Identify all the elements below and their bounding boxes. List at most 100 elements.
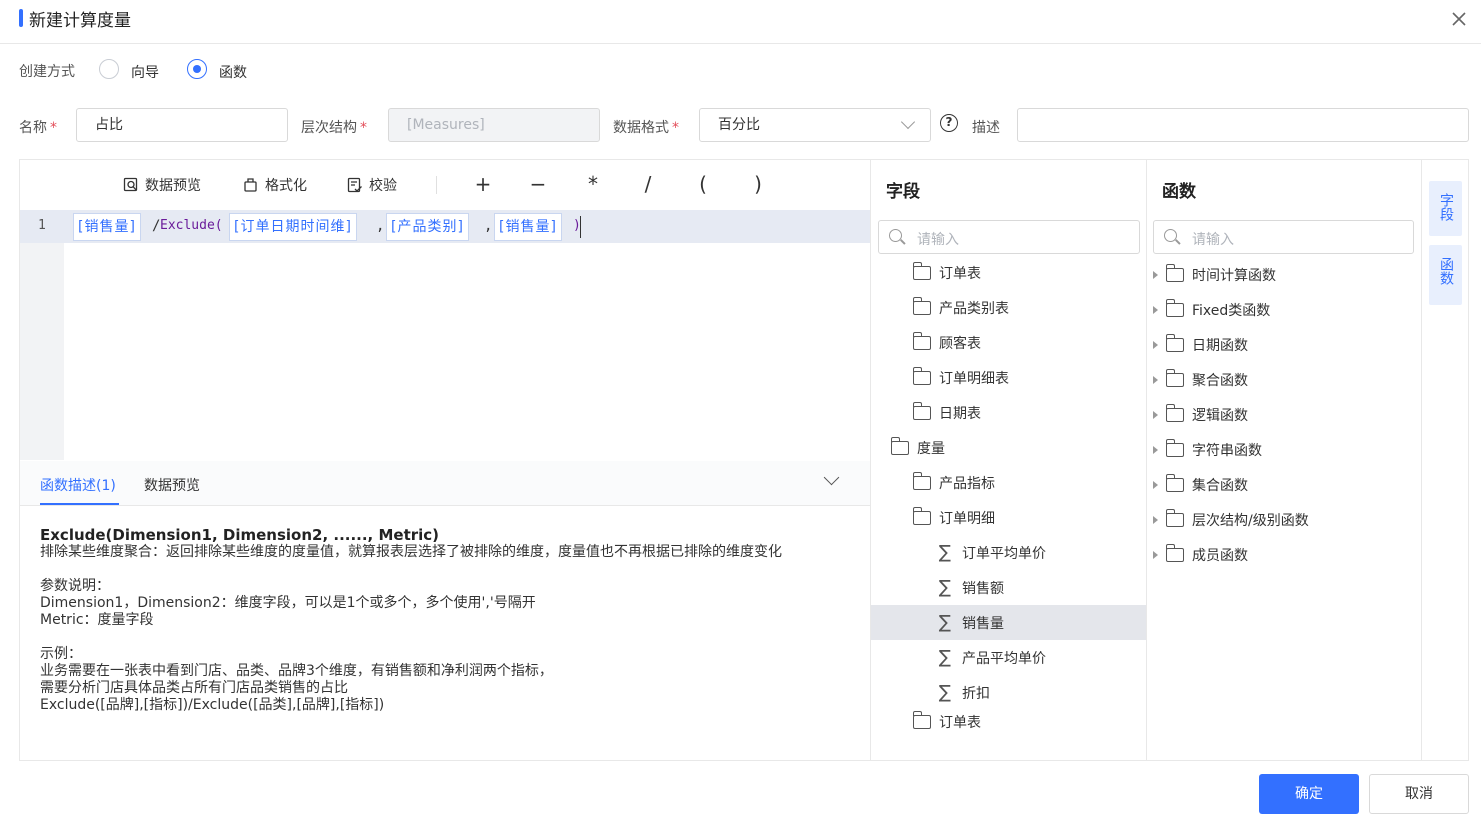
confirm-button[interactable]: 确定 xyxy=(1259,774,1359,814)
editor-gutter xyxy=(20,210,64,460)
tree-item[interactable]: ∑ 产品平均单价 xyxy=(936,640,1046,675)
tree-item[interactable]: 订单明细 xyxy=(912,500,995,535)
code-token-category[interactable]: [产品类别] xyxy=(386,213,469,241)
desc-input[interactable] xyxy=(1017,108,1469,142)
function-category[interactable]: 逻辑函数 xyxy=(1153,397,1248,432)
side-tab-functions[interactable]: 函数 xyxy=(1429,245,1462,305)
function-category-label: 字符串函数 xyxy=(1192,442,1262,459)
validate-label: 校验 xyxy=(369,178,397,194)
op-minus[interactable]: − xyxy=(527,172,549,196)
op-divide[interactable]: / xyxy=(637,172,659,196)
folder-icon xyxy=(1165,403,1184,422)
function-category[interactable]: 时间计算函数 xyxy=(1153,257,1276,292)
folder-icon xyxy=(1165,333,1184,352)
functions-search-input[interactable]: 请输入 xyxy=(1153,220,1414,254)
divider xyxy=(870,160,871,760)
validate-button[interactable]: 校验 xyxy=(347,175,397,195)
tree-item[interactable]: ∑ 折扣 xyxy=(936,675,990,710)
tree-item-label: 日期表 xyxy=(939,405,981,422)
name-label: 名称 * xyxy=(19,120,57,136)
radio-wizard[interactable] xyxy=(99,59,119,79)
format-select[interactable]: 百分比 xyxy=(699,108,931,142)
side-tab-functions-label: 函数 xyxy=(1438,257,1454,285)
toolbar-divider xyxy=(436,176,437,194)
folder-icon xyxy=(912,401,931,420)
folder-open-icon xyxy=(890,436,909,455)
functions-panel-title: 函数 xyxy=(1162,182,1196,202)
tree-item-label: 订单表 xyxy=(939,265,981,282)
folder-open-icon xyxy=(912,506,931,525)
line-number: 1 xyxy=(38,218,46,233)
name-input[interactable]: 占比 xyxy=(76,108,288,142)
caret-right-icon xyxy=(1153,550,1158,559)
preview-button[interactable]: 数据预览 xyxy=(123,175,201,195)
op-open-paren[interactable]: ( xyxy=(692,172,714,196)
search-placeholder: 请输入 xyxy=(1192,232,1234,248)
radio-function[interactable] xyxy=(187,59,207,79)
desc-param1: Dimension1，Dimension2：维度字段，可以是1个或多个，多个使用… xyxy=(40,595,536,611)
tree-item-label: 度量 xyxy=(917,440,945,457)
function-category-label: 聚合函数 xyxy=(1192,372,1248,389)
sigma-icon: ∑ xyxy=(938,577,952,598)
function-category[interactable]: 集合函数 xyxy=(1153,467,1248,502)
function-category[interactable]: 聚合函数 xyxy=(1153,362,1248,397)
folder-icon xyxy=(1165,473,1184,492)
code-token-sales-qty[interactable]: [销售量] xyxy=(73,213,141,241)
tab-function-desc[interactable]: 函数描述(1) xyxy=(40,475,116,495)
tree-item-label: 订单明细表 xyxy=(939,370,1009,387)
radio-function-label[interactable]: 函数 xyxy=(219,62,247,82)
folder-icon xyxy=(912,331,931,350)
tab-data-preview[interactable]: 数据预览 xyxy=(144,475,200,495)
tree-item[interactable]: 日期表 xyxy=(912,395,981,430)
side-tab-fields[interactable]: 字段 xyxy=(1429,181,1462,236)
op-close-paren[interactable]: ) xyxy=(747,172,769,196)
hierarchy-input: [Measures] xyxy=(388,108,600,142)
caret-right-icon xyxy=(1153,270,1158,279)
function-category[interactable]: 字符串函数 xyxy=(1153,432,1262,467)
function-category[interactable]: 层次结构/级别函数 xyxy=(1153,502,1309,537)
tree-item[interactable]: 度量 xyxy=(890,430,945,465)
sigma-icon: ∑ xyxy=(938,612,952,633)
tree-item-label: 销售量 xyxy=(962,615,1004,632)
desc-signature: Exclude(Dimension1, Dimension2, ......, … xyxy=(40,526,440,544)
op-plus[interactable]: + xyxy=(472,172,494,196)
radio-wizard-label[interactable]: 向导 xyxy=(131,62,159,82)
function-category-label: 日期函数 xyxy=(1192,337,1248,354)
code-token-date-dim[interactable]: [订单日期时间维] xyxy=(229,213,357,241)
cancel-button[interactable]: 取消 xyxy=(1369,774,1469,814)
tree-item[interactable]: ∑ 订单平均单价 xyxy=(936,535,1046,570)
tree-item-label: 销售额 xyxy=(962,580,1004,597)
folder-icon xyxy=(912,261,931,280)
tree-item-label: 顾客表 xyxy=(939,335,981,352)
function-category[interactable]: 成员函数 xyxy=(1153,537,1248,572)
op-multiply[interactable]: * xyxy=(582,172,604,196)
fields-search-input[interactable]: 请输入 xyxy=(878,220,1140,254)
title-accent-bar xyxy=(19,9,23,27)
format-label: 数据格式 * xyxy=(613,120,679,136)
code-token-sales-qty-2[interactable]: [销售量] xyxy=(494,213,562,241)
format-icon xyxy=(244,178,257,192)
desc-example2: 需要分析门店具体品类占所有门店品类销售的占比 xyxy=(40,680,348,696)
code-comma-1: , xyxy=(376,218,385,234)
tree-item[interactable]: 产品指标 xyxy=(912,465,995,500)
tree-item-label: 订单明细 xyxy=(939,510,995,527)
function-category[interactable]: Fixed类函数 xyxy=(1153,292,1270,327)
format-button[interactable]: 格式化 xyxy=(243,175,307,195)
tree-item[interactable]: ∑ 销售额 xyxy=(936,570,1004,605)
tree-item[interactable]: 订单表 xyxy=(913,710,981,734)
function-category[interactable]: 日期函数 xyxy=(1153,327,1248,362)
tree-item[interactable]: 顾客表 xyxy=(912,325,981,360)
tree-item[interactable]: 产品类别表 xyxy=(912,290,1009,325)
preview-icon xyxy=(123,177,138,192)
tree-item-label: 订单表 xyxy=(939,715,981,731)
desc-example1: 业务需要在一张表中看到门店、品类、品牌3个维度，有销售额和净利润两个指标， xyxy=(40,663,553,679)
desc-summary: 排除某些维度聚合：返回排除某些维度的度量值，就算报表层选择了被排除的维度，度量值… xyxy=(40,544,782,560)
fields-panel-title: 字段 xyxy=(886,182,920,202)
tree-item[interactable]: 订单表 xyxy=(912,255,981,290)
preview-label: 数据预览 xyxy=(145,178,201,194)
tree-item[interactable]: 订单明细表 xyxy=(912,360,1009,395)
close-icon[interactable] xyxy=(1450,10,1468,28)
help-icon[interactable]: ? xyxy=(940,114,958,132)
caret-right-icon xyxy=(1153,410,1158,419)
tree-item-selected[interactable]: ∑ 销售量 xyxy=(871,605,1146,640)
